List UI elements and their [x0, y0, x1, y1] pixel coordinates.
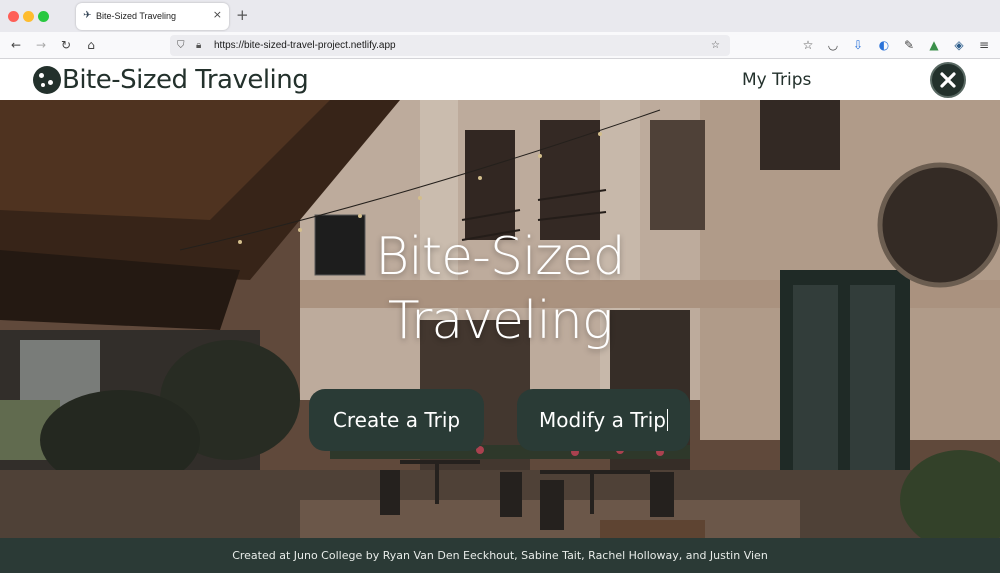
eyedropper-icon[interactable]: ✎: [901, 37, 917, 53]
home-icon[interactable]: ⌂: [83, 37, 99, 53]
forward-icon[interactable]: →: [33, 37, 49, 53]
browser-tab[interactable]: ✈ Bite-Sized Traveling ×: [76, 3, 229, 30]
window-zoom-button[interactable]: [38, 11, 49, 22]
footer-credits: Created at Juno College by Ryan Van Den …: [232, 549, 768, 562]
create-trip-button[interactable]: Create a Trip: [309, 389, 484, 451]
hero-title: Bite-Sized Traveling: [300, 225, 700, 353]
hero-title-line2: Traveling: [387, 291, 613, 351]
pocket-icon[interactable]: ◡: [825, 37, 841, 53]
extension-icon[interactable]: ▲: [926, 37, 942, 53]
back-icon[interactable]: ←: [8, 37, 24, 53]
create-trip-label: Create a Trip: [332, 408, 461, 432]
menu-icon[interactable]: ≡: [976, 37, 992, 53]
url-text[interactable]: https://bite-sized-travel-project.netlif…: [214, 38, 396, 53]
brand-title[interactable]: Bite-Sized Traveling: [62, 63, 309, 97]
library-icon[interactable]: ☆: [800, 37, 816, 53]
extension-icon[interactable]: ◐: [876, 37, 892, 53]
window-minimize-button[interactable]: [23, 11, 34, 22]
hero-section: Bite-Sized Traveling Create a Trip Modif…: [0, 100, 1000, 538]
window-close-button[interactable]: [8, 11, 19, 22]
close-icon: [940, 72, 956, 88]
tab-close-icon[interactable]: ×: [213, 8, 222, 22]
cookie-logo-icon[interactable]: [33, 66, 61, 94]
lock-icon[interactable]: 🔒︎: [196, 38, 201, 53]
browser-nav-bar: ← → ↻ ⌂ ⛉ 🔒︎ https://bite-sized-travel-p…: [0, 32, 1000, 59]
extension-icon[interactable]: ◈: [951, 37, 967, 53]
close-button[interactable]: [930, 62, 966, 98]
bookmark-star-icon[interactable]: ☆: [711, 38, 720, 53]
modify-trip-button[interactable]: Modify a Trip: [517, 389, 690, 451]
new-tab-button[interactable]: +: [236, 6, 249, 24]
text-cursor: [667, 409, 668, 431]
shield-icon[interactable]: ⛉: [177, 38, 185, 53]
url-bar[interactable]: ⛉ 🔒︎ https://bite-sized-travel-project.n…: [170, 35, 730, 56]
modify-trip-label: Modify a Trip: [539, 408, 666, 432]
airplane-icon: ✈: [83, 10, 92, 21]
nav-my-trips-link[interactable]: My Trips: [742, 69, 811, 91]
reload-icon[interactable]: ↻: [58, 37, 74, 53]
browser-tab-bar: ✈ Bite-Sized Traveling × +: [0, 0, 1000, 32]
hero-title-line1: Bite-Sized: [375, 227, 625, 287]
tab-title: Bite-Sized Traveling: [96, 11, 177, 21]
site-footer: Created at Juno College by Ryan Van Den …: [0, 538, 1000, 573]
downloads-icon[interactable]: ⇩: [850, 37, 866, 53]
site-header: Bite-Sized Traveling My Trips: [0, 60, 1000, 100]
